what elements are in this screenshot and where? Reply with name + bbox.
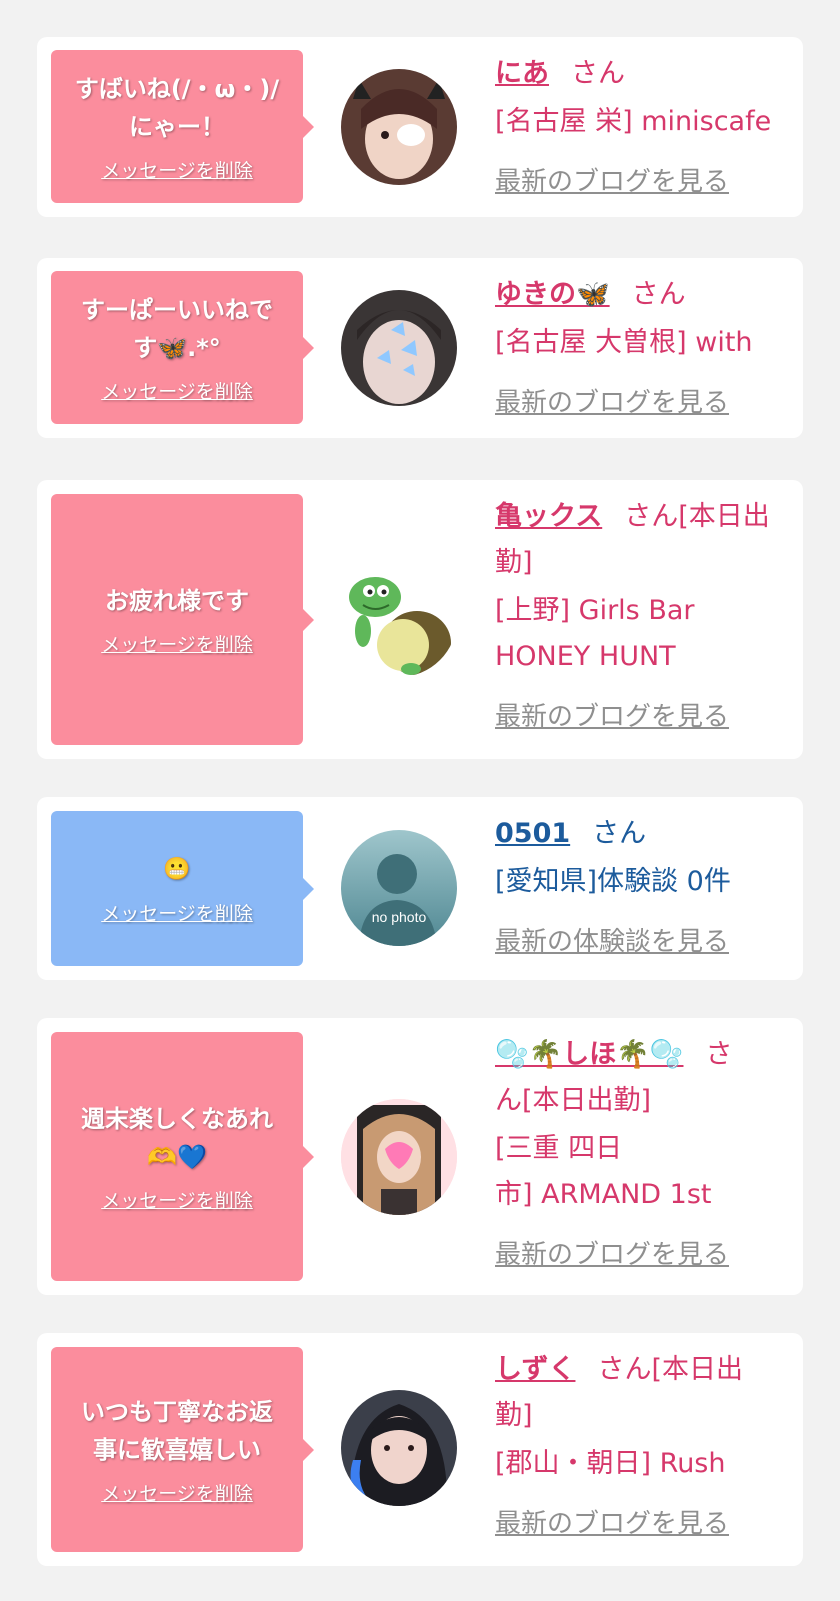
message-bubble: すばいね(/・ω・)/ にゃー！ メッセージを削除 [51,50,314,203]
profile-name-link[interactable]: 🫧🌴しほ🌴🫧 [495,1039,683,1070]
location: [愛知県]体験談 0件 [495,866,731,897]
message-card: すーぱーいいねで す🦋.*° メッセージを削除 ゆきの🦋 さん [名古屋 大曽根]… [37,258,803,438]
location: [名古屋 栄] miniscafe [495,106,772,137]
latest-blog-link[interactable]: 最新のブログを見る [495,1501,825,1547]
latest-blog-link[interactable]: 最新のブログを見る [495,1232,825,1278]
avatar[interactable] [341,290,457,406]
message-card: 😬 メッセージを削除 no photo 0501 さん [愛知県]体験談 0件 最… [37,797,803,980]
message-text: 週末楽しくなあれ 🫶💙 [81,1105,273,1171]
message-text: いつも丁寧なお返 事に歓喜嬉しい [81,1398,273,1464]
profile-info: 🫧🌴しほ🌴🫧 さ ん[本日出勤] [三重 四日 市] ARMAND 1st 最新の… [495,1032,825,1278]
honorific: さん[本日出 [597,1354,744,1385]
location: [上野] Girls Bar [495,595,695,626]
honorific: さん [571,58,625,89]
profile-name-link[interactable]: 0501 [495,818,570,849]
latest-review-link[interactable]: 最新の体験談を見る [495,919,825,965]
delete-message-link[interactable]: メッセージを削除 [101,899,253,926]
message-card: 週末楽しくなあれ 🫶💙 メッセージを削除 🫧🌴しほ🌴🫧 さ ん[本日出勤] [三重… [37,1018,803,1295]
message-card: いつも丁寧なお返 事に歓喜嬉しい メッセージを削除 しずく さん[本日出 勤] [… [37,1333,803,1566]
message-bubble: すーぱーいいねで す🦋.*° メッセージを削除 [51,271,314,424]
avatar[interactable]: no photo [341,830,457,946]
honorific-continued: 勤] [495,1400,533,1431]
profile-name-link[interactable]: ゆきの🦋 [495,279,610,310]
latest-blog-link[interactable]: 最新のブログを見る [495,380,825,426]
avatar[interactable] [341,561,457,677]
profile-info: 亀ックス さん[本日出 勤] [上野] Girls Bar HONEY HUNT … [495,494,825,740]
message-text: 😬 [163,857,191,882]
message-text: すーぱーいいねで す🦋.*° [81,296,273,362]
no-photo-label: no photo [372,909,427,925]
profile-info: にあ さん [名古屋 栄] miniscafe 最新のブログを見る [495,51,825,205]
delete-message-link[interactable]: メッセージを削除 [101,630,253,657]
profile-name-link[interactable]: しずく [495,1354,575,1385]
profile-info: 0501 さん [愛知県]体験談 0件 最新の体験談を見る [495,811,825,965]
delete-message-link[interactable]: メッセージを削除 [101,1186,253,1213]
message-text: お疲れ様です [105,587,249,615]
message-text: すばいね(/・ω・)/ にゃー！ [74,75,280,141]
location-continued: HONEY HUNT [495,641,676,672]
profile-name-link[interactable]: 亀ックス [495,501,602,532]
profile-info: しずく さん[本日出 勤] [郡山・朝日] Rush 最新のブログを見る [495,1347,825,1547]
message-bubble: いつも丁寧なお返 事に歓喜嬉しい メッセージを削除 [51,1347,314,1552]
latest-blog-link[interactable]: 最新のブログを見る [495,694,825,740]
avatar[interactable] [341,1099,457,1215]
location: [三重 四日 [495,1133,623,1164]
location: [名古屋 大曽根] with [495,327,753,358]
profile-name-link[interactable]: にあ [495,58,549,89]
latest-blog-link[interactable]: 最新のブログを見る [495,159,825,205]
location-continued: 市] ARMAND 1st [495,1179,712,1210]
honorific-continued: ん[本日出勤] [495,1085,652,1116]
profile-info: ゆきの🦋 さん [名古屋 大曽根] with 最新のブログを見る [495,272,825,426]
delete-message-link[interactable]: メッセージを削除 [101,156,253,183]
delete-message-link[interactable]: メッセージを削除 [101,377,253,404]
message-card: お疲れ様です メッセージを削除 亀ックス さん[本日出 勤] [上野] Girls… [37,480,803,759]
avatar[interactable] [341,1390,457,1506]
honorific: さん [631,279,686,310]
message-bubble: 週末楽しくなあれ 🫶💙 メッセージを削除 [51,1032,314,1281]
avatar[interactable] [341,69,457,185]
honorific: さん[本日出 [624,501,770,532]
delete-message-link[interactable]: メッセージを削除 [101,1479,253,1506]
message-bubble: 😬 メッセージを削除 [51,811,314,966]
honorific: さん [592,818,647,849]
location: [郡山・朝日] Rush [495,1448,726,1479]
message-card: すばいね(/・ω・)/ にゃー！ メッセージを削除 にあ さん [名古屋 栄] m… [37,37,803,217]
honorific-continued: 勤] [495,547,533,578]
honorific: さ [705,1039,733,1070]
message-bubble: お疲れ様です メッセージを削除 [51,494,314,745]
